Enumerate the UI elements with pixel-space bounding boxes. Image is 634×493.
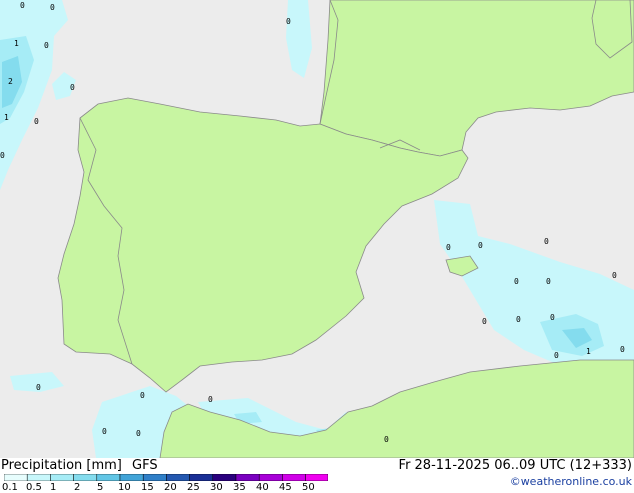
- legend-tick: 5: [97, 482, 104, 493]
- legend-tick: 35: [233, 482, 246, 493]
- precip-label: 0: [550, 313, 555, 322]
- legend-swatch: [166, 474, 190, 481]
- precip-label: 1: [14, 39, 19, 48]
- precip-label: 0: [612, 271, 617, 280]
- legend-swatch: [142, 474, 167, 481]
- precip-label: 0: [136, 429, 141, 438]
- valid-time: Fr 28-11-2025 06..09 UTC (12+333): [398, 458, 632, 473]
- legend-swatch: [282, 474, 306, 481]
- legend-tick: 30: [210, 482, 223, 493]
- legend-tick: 2: [74, 482, 81, 493]
- map-title: Precipitation [mm] GFS: [1, 459, 158, 473]
- legend-tick: 0.5: [26, 482, 42, 493]
- precip-label: 0: [34, 117, 39, 126]
- legend-swatch: [73, 474, 98, 481]
- precipitation-map: 0 1 0 2 0 1 0 0 0 0 0 0 0 0 0 0 0 0 0 1 …: [0, 0, 634, 458]
- precip-label: 0: [554, 351, 559, 360]
- precip-label: 0: [478, 241, 483, 250]
- precip-label: 0: [102, 427, 107, 436]
- precip-label: 0: [482, 317, 487, 326]
- precip-label: 0: [546, 277, 551, 286]
- legend-swatch: [50, 474, 74, 481]
- precip-label: 0: [20, 1, 25, 10]
- legend-tick: 0.1: [2, 482, 18, 493]
- precip-label: 0: [70, 83, 75, 92]
- precip-label: 1: [586, 347, 591, 356]
- precip-label: 0: [140, 391, 145, 400]
- legend-tick: 10: [118, 482, 131, 493]
- model-name: GFS: [132, 458, 158, 473]
- legend-swatch: [258, 474, 283, 481]
- precip-label: 0: [208, 395, 213, 404]
- legend-tick: 20: [164, 482, 177, 493]
- precip-label: 0: [44, 41, 49, 50]
- legend-swatch: [26, 474, 51, 481]
- legend-swatch: [212, 474, 237, 481]
- color-legend: [4, 474, 328, 481]
- legend-swatch: [305, 474, 328, 481]
- precip-label: 2: [8, 77, 13, 86]
- legend-tick: 40: [256, 482, 269, 493]
- legend-swatch: [4, 474, 28, 481]
- precip-label: 0: [514, 277, 519, 286]
- legend-tick: 45: [279, 482, 292, 493]
- precip-label: 0: [384, 435, 389, 444]
- precip-label: 0: [446, 243, 451, 252]
- precip-label: 0: [286, 17, 291, 26]
- legend-tick: 1: [50, 482, 57, 493]
- legend-swatch: [189, 474, 214, 481]
- precip-label: 0: [0, 151, 5, 160]
- legend-tick: 50: [302, 482, 315, 493]
- credit-link[interactable]: ©weatheronline.co.uk: [510, 475, 632, 489]
- legend-swatch: [96, 474, 121, 481]
- legend-swatch: [235, 474, 260, 481]
- precip-label: 0: [544, 237, 549, 246]
- legend-tick: 25: [187, 482, 200, 493]
- precip-label: 1: [4, 113, 9, 122]
- precip-label: 0: [50, 3, 55, 12]
- legend-tick: 15: [141, 482, 154, 493]
- legend-swatch: [119, 474, 144, 481]
- precip-label: 0: [620, 345, 625, 354]
- precip-label: 0: [516, 315, 521, 324]
- precip-label: 0: [36, 383, 41, 392]
- title-text: Precipitation [mm]: [1, 458, 122, 473]
